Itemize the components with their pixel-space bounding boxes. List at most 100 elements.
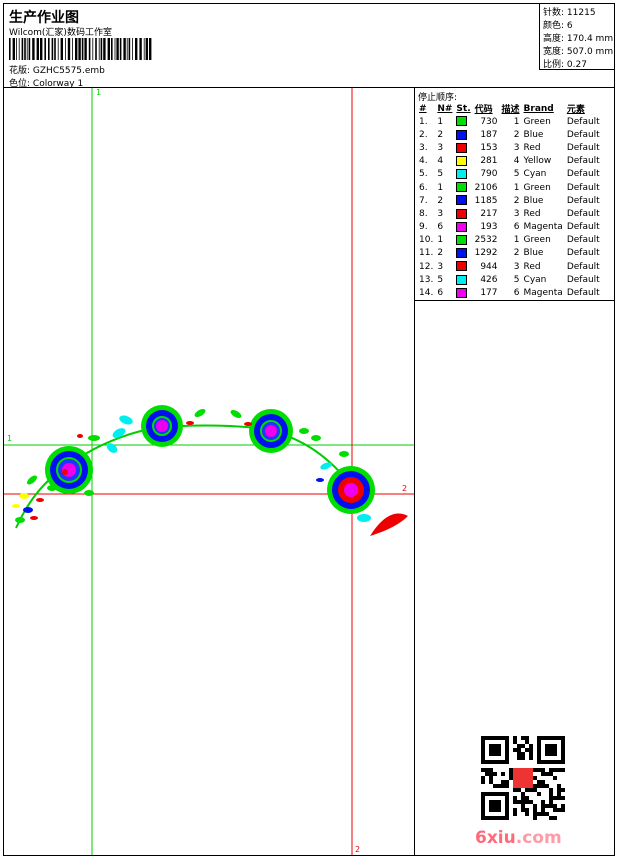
color-code: 2 (513, 195, 520, 206)
needle-number: 3 (437, 261, 444, 272)
design-file-value: GZHC5575.emb (32, 66, 105, 76)
stitch-count: 730 (480, 116, 498, 127)
color-description: Blue (523, 248, 544, 259)
thread-brand: Default (566, 208, 600, 219)
color-description: Green (523, 182, 551, 193)
design-stats: 针数: 11215 颜色: 6 高度: 170.4 mm 宽度: 507.0 m… (539, 3, 615, 70)
thread-brand: Default (566, 169, 600, 180)
table-divider (415, 300, 615, 301)
needle-number: 2 (437, 195, 444, 206)
thread-color-swatch (456, 169, 468, 180)
qr-seal-stamp (513, 768, 533, 788)
red-leaf (370, 513, 408, 536)
guide-label-right: 2 (402, 484, 408, 493)
stitch-count: 790 (480, 169, 498, 180)
table-row: 1. 1 730 1 Green Default (417, 115, 602, 128)
color-swatch (454, 260, 472, 273)
column-header: Brand (523, 103, 554, 114)
color-description: Green (523, 116, 551, 127)
table-row: 3. 3 153 3 Red Default (417, 141, 602, 154)
color-code: 6 (513, 288, 520, 299)
color-code: 3 (513, 142, 520, 153)
color-description: Magenta (523, 222, 563, 233)
row-index: 10. (419, 235, 434, 246)
stitch-count: 426 (480, 274, 498, 285)
color-swatch (454, 168, 472, 181)
needle-number: 3 (437, 142, 444, 153)
row-index: 3. (419, 142, 428, 153)
table-row: 11. 2 1292 2 Blue Default (417, 247, 602, 260)
table-row: 12. 3 944 3 Red Default (417, 260, 602, 273)
color-code: 5 (513, 169, 520, 180)
stitch-count: 193 (480, 222, 498, 233)
color-swatch (454, 194, 472, 207)
color-code: 1 (513, 182, 520, 193)
color-code: 3 (513, 261, 520, 272)
column-header: 元素 (566, 105, 585, 115)
thread-color-swatch (456, 116, 468, 127)
column-header: N# (437, 103, 453, 114)
color-description: Cyan (523, 169, 547, 180)
table-row: 2. 2 187 2 Blue Default (417, 128, 602, 141)
table-row: 9. 6 193 6 Magenta Default (417, 221, 602, 234)
column-header: 代码 (474, 105, 493, 115)
needle-number: 2 (437, 248, 444, 259)
color-swatch (454, 115, 472, 128)
thread-color-swatch (456, 235, 468, 246)
needle-number: 5 (437, 169, 444, 180)
thread-color-swatch (456, 261, 468, 272)
row-index: 6. (419, 182, 428, 193)
stitch-count: 1292 (474, 248, 498, 259)
color-code: 1 (513, 116, 520, 127)
embroidery-preview: 1 1 2 2 (4, 88, 414, 855)
stat-colors: 颜色: 6 (543, 18, 573, 31)
table-row: 6. 1 2106 1 Green Default (417, 181, 602, 194)
color-description: Red (523, 142, 541, 153)
color-swatch (454, 181, 472, 194)
table-row: 14. 6 177 6 Magenta Default (417, 286, 602, 299)
thread-color-swatch (456, 182, 468, 193)
thread-color-swatch (456, 248, 468, 259)
table-row: 8. 3 217 3 Red Default (417, 207, 602, 220)
stat-value: 507.0 mm (566, 47, 614, 57)
table-row: 10. 1 2532 1 Green Default (417, 234, 602, 247)
thread-color-swatch (456, 142, 468, 153)
guide-label-top: 1 (96, 88, 102, 97)
stat-value: 0.27 (566, 60, 587, 70)
color-swatch (454, 234, 472, 247)
thread-brand: Default (566, 248, 600, 259)
stat-label: 高度: (543, 34, 565, 44)
color-code: 1 (513, 235, 520, 246)
color-description: Magenta (523, 288, 563, 299)
thread-color-swatch (456, 287, 468, 298)
column-header: 描述 (501, 105, 520, 115)
stat-value: 6 (566, 21, 573, 31)
row-index: 1. (419, 116, 428, 127)
row-index: 8. (419, 208, 428, 219)
thread-color-swatch (456, 195, 468, 206)
row-index: 5. (419, 169, 428, 180)
page-title: 生产作业图 (9, 10, 79, 26)
column-header: St. (456, 103, 471, 114)
color-swatch (454, 128, 472, 141)
thread-color-swatch (456, 208, 468, 219)
row-index: 4. (419, 156, 428, 167)
row-index: 14. (419, 288, 434, 299)
stat-width: 宽度: 507.0 mm (543, 44, 613, 57)
stat-scale: 比例: 0.27 (543, 57, 587, 70)
guide-label-bottom: 2 (355, 845, 361, 854)
stitch-count: 153 (480, 142, 498, 153)
stat-label: 针数: (543, 8, 565, 18)
table-row: 13. 5 426 5 Cyan Default (417, 273, 602, 286)
document-header: 生产作业图 Wilcom(汇家)数码工作室 花版: GZHC5575.emb 色… (3, 3, 615, 89)
thread-brand: Default (566, 222, 600, 233)
guide-label-left: 1 (7, 434, 13, 443)
color-description: Yellow (523, 156, 552, 167)
stitch-count: 177 (480, 288, 498, 299)
stat-label: 颜色: (543, 21, 565, 31)
color-swatch (454, 273, 472, 286)
color-swatch (454, 207, 472, 220)
color-code: 3 (513, 208, 520, 219)
row-index: 11. (419, 248, 434, 259)
row-index: 2. (419, 129, 428, 140)
